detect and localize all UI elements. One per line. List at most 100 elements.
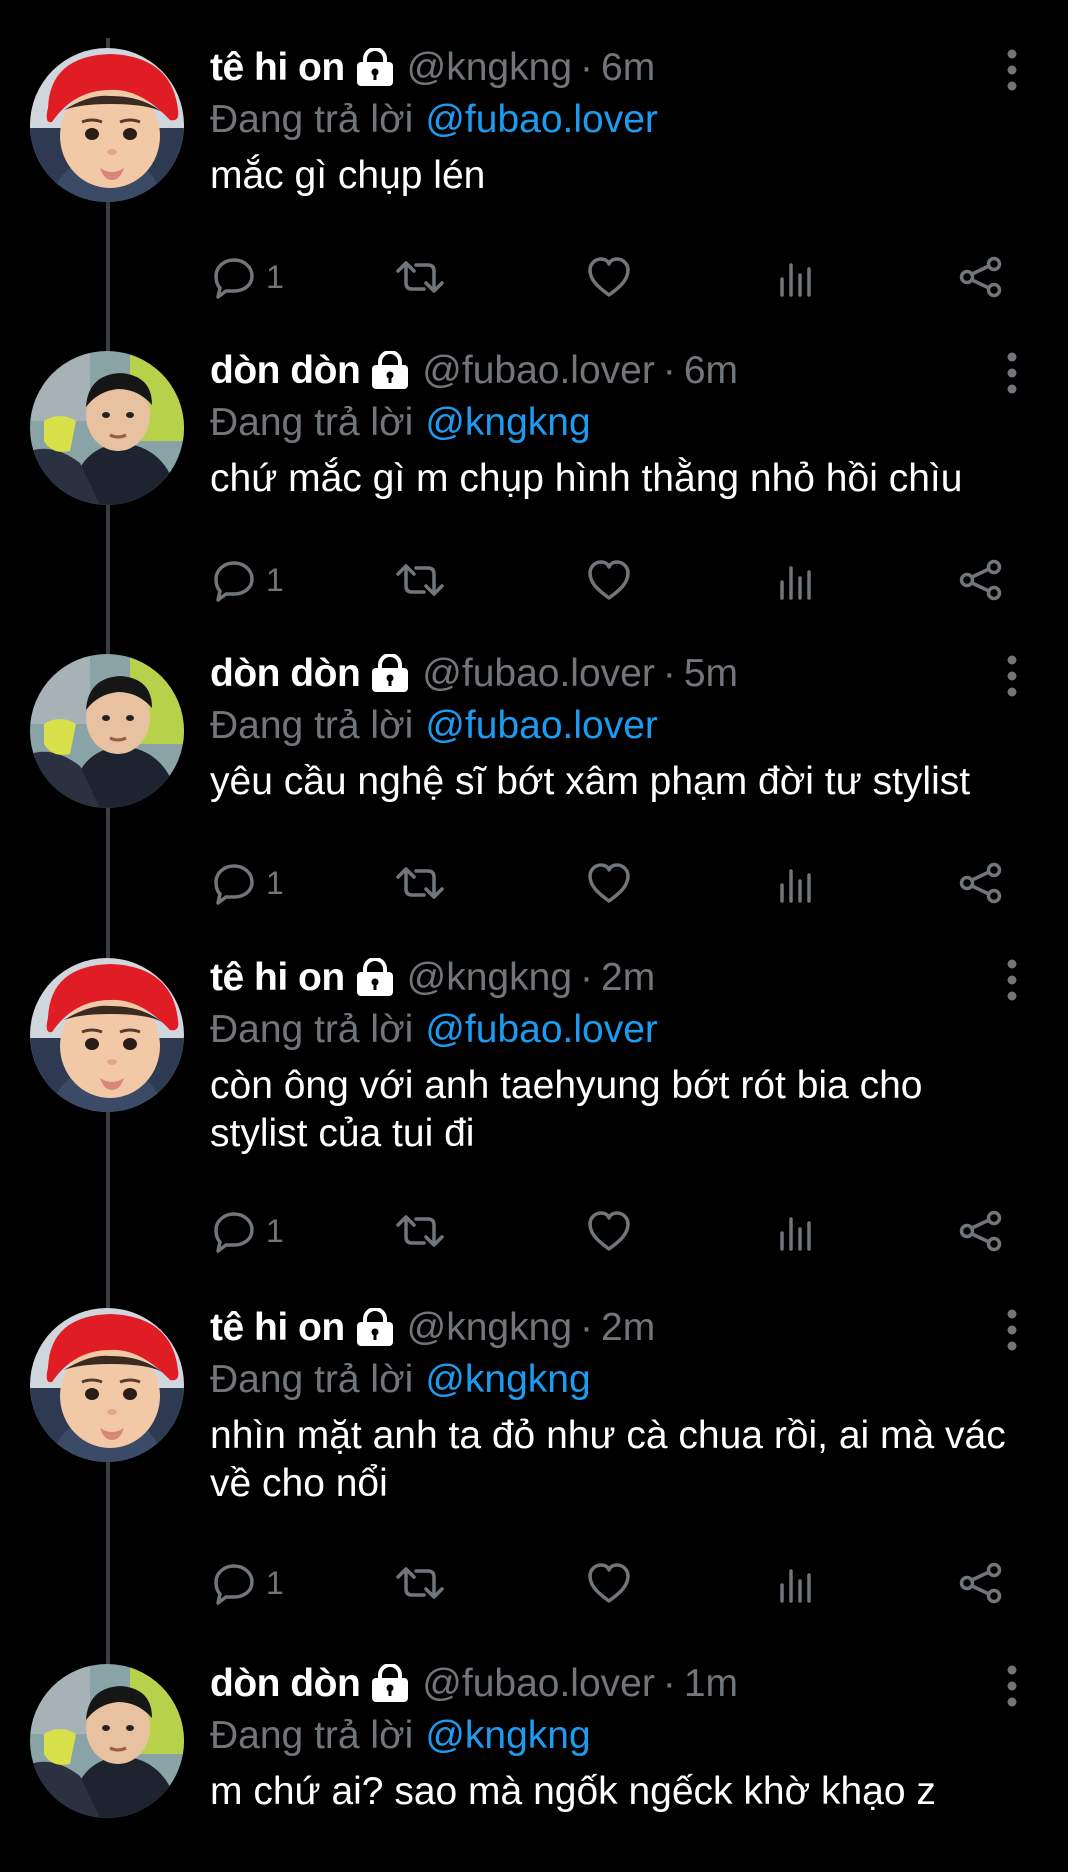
tweet-item[interactable]: dòn dòn @fubao.lover · 1m Đang trả lời @…	[0, 1656, 1068, 1872]
avatar[interactable]	[30, 48, 184, 202]
more-options-icon[interactable]	[1000, 1308, 1024, 1352]
user-handle[interactable]: @fubao.lover	[422, 1662, 655, 1706]
tweet-header: dòn dòn @fubao.lover · 6m	[210, 343, 1028, 399]
timestamp[interactable]: 2m	[601, 956, 655, 1000]
tweet-header: dòn dòn @fubao.lover · 1m	[210, 1656, 1028, 1712]
reply-button[interactable]: 1	[212, 1206, 284, 1256]
like-button[interactable]	[586, 252, 632, 302]
avatar[interactable]	[30, 1664, 184, 1818]
reply-button[interactable]: 1	[212, 252, 284, 302]
more-options-icon[interactable]	[1000, 958, 1024, 1002]
retweet-button[interactable]	[394, 1558, 446, 1608]
like-button[interactable]	[586, 1558, 632, 1608]
retweet-icon	[394, 255, 446, 299]
share-button[interactable]	[958, 858, 1004, 908]
tweet-text: nhìn mặt anh ta đỏ như cà chua rồi, ai m…	[210, 1414, 1006, 1505]
replying-to-label: Đang trả lời	[210, 1008, 414, 1051]
timestamp[interactable]: 6m	[684, 349, 738, 393]
avatar[interactable]	[30, 654, 184, 808]
display-name[interactable]: dòn dòn	[210, 652, 361, 696]
replying-to-line: Đang trả lời @kngkng	[210, 1712, 1028, 1760]
tweet-text: chứ mắc gì m chụp hình thằng nhỏ hồi chì…	[210, 457, 963, 500]
more-options-icon[interactable]	[1000, 48, 1024, 92]
display-name[interactable]: dòn dòn	[210, 1662, 361, 1706]
timestamp[interactable]: 6m	[601, 46, 655, 90]
display-name[interactable]: dòn dòn	[210, 349, 361, 393]
replying-to-handle[interactable]: @kngkng	[425, 1714, 590, 1758]
timestamp[interactable]: 5m	[684, 652, 738, 696]
user-handle[interactable]: @kngkng	[407, 956, 572, 1000]
share-button[interactable]	[958, 252, 1004, 302]
reply-button[interactable]: 1	[212, 555, 284, 605]
share-icon	[958, 1209, 1004, 1253]
heart-icon	[586, 861, 632, 905]
replying-to-line: Đang trả lời @fubao.lover	[210, 702, 1028, 750]
avatar[interactable]	[30, 351, 184, 505]
reply-icon	[212, 1209, 256, 1253]
share-button[interactable]	[958, 1206, 1004, 1256]
lock-icon	[370, 1664, 410, 1704]
separator-dot: ·	[580, 1306, 594, 1349]
views-button[interactable]	[776, 555, 816, 605]
user-handle[interactable]: @kngkng	[407, 46, 572, 90]
action-bar: 1	[210, 858, 1028, 908]
reply-icon	[212, 1561, 256, 1605]
timestamp[interactable]: 2m	[601, 1306, 655, 1350]
tweet-item[interactable]: tê hi on @kngkng · 6m Đang trả lời @fuba…	[0, 40, 1068, 340]
more-options-icon[interactable]	[1000, 1664, 1024, 1708]
replying-to-handle[interactable]: @kngkng	[425, 401, 590, 445]
retweet-button[interactable]	[394, 252, 446, 302]
timestamp[interactable]: 1m	[684, 1662, 738, 1706]
avatar[interactable]	[30, 958, 184, 1112]
separator-dot: ·	[580, 46, 594, 89]
like-button[interactable]	[586, 1206, 632, 1256]
views-button[interactable]	[776, 1558, 816, 1608]
like-button[interactable]	[586, 858, 632, 908]
retweet-button[interactable]	[394, 1206, 446, 1256]
lock-icon	[355, 958, 395, 998]
tweet-text: yêu cầu nghệ sĩ bớt xâm phạm đời tư styl…	[210, 760, 971, 803]
replying-to-handle[interactable]: @fubao.lover	[425, 98, 658, 142]
user-handle[interactable]: @fubao.lover	[422, 349, 655, 393]
tweet-item[interactable]: dòn dòn @fubao.lover · 6m Đang trả lời @…	[0, 343, 1068, 643]
display-name[interactable]: tê hi on	[210, 46, 345, 90]
views-icon	[776, 1561, 816, 1605]
reply-count: 1	[266, 561, 284, 598]
more-options-icon[interactable]	[1000, 654, 1024, 698]
replying-to-handle[interactable]: @fubao.lover	[425, 1008, 658, 1052]
views-button[interactable]	[776, 1206, 816, 1256]
retweet-button[interactable]	[394, 555, 446, 605]
retweet-icon	[394, 558, 446, 602]
replying-to-line: Đang trả lời @fubao.lover	[210, 1006, 1028, 1054]
reply-button[interactable]: 1	[212, 858, 284, 908]
views-button[interactable]	[776, 858, 816, 908]
separator-dot: ·	[580, 956, 594, 999]
replying-to-label: Đang trả lời	[210, 704, 414, 747]
share-icon	[958, 861, 1004, 905]
views-icon	[776, 255, 816, 299]
action-bar: 1	[210, 1206, 1028, 1256]
replying-to-handle[interactable]: @fubao.lover	[425, 704, 658, 748]
share-button[interactable]	[958, 555, 1004, 605]
display-name[interactable]: tê hi on	[210, 1306, 345, 1350]
reply-button[interactable]: 1	[212, 1558, 284, 1608]
heart-icon	[586, 1561, 632, 1605]
heart-icon	[586, 255, 632, 299]
tweet-item[interactable]: tê hi on @kngkng · 2m Đang trả lời @fuba…	[0, 950, 1068, 1300]
tweet-item[interactable]: dòn dòn @fubao.lover · 5m Đang trả lời @…	[0, 646, 1068, 946]
replying-to-label: Đang trả lời	[210, 1714, 414, 1757]
like-button[interactable]	[586, 555, 632, 605]
views-button[interactable]	[776, 252, 816, 302]
share-button[interactable]	[958, 1558, 1004, 1608]
avatar[interactable]	[30, 1308, 184, 1462]
tweet-item[interactable]: tê hi on @kngkng · 2m Đang trả lời @kngk…	[0, 1300, 1068, 1650]
display-name[interactable]: tê hi on	[210, 956, 345, 1000]
separator-dot: ·	[662, 652, 676, 695]
replying-to-handle[interactable]: @kngkng	[425, 1358, 590, 1402]
reply-count: 1	[266, 1212, 284, 1249]
user-handle[interactable]: @fubao.lover	[422, 652, 655, 696]
more-options-icon[interactable]	[1000, 351, 1024, 395]
user-handle[interactable]: @kngkng	[407, 1306, 572, 1350]
reply-icon	[212, 255, 256, 299]
retweet-button[interactable]	[394, 858, 446, 908]
